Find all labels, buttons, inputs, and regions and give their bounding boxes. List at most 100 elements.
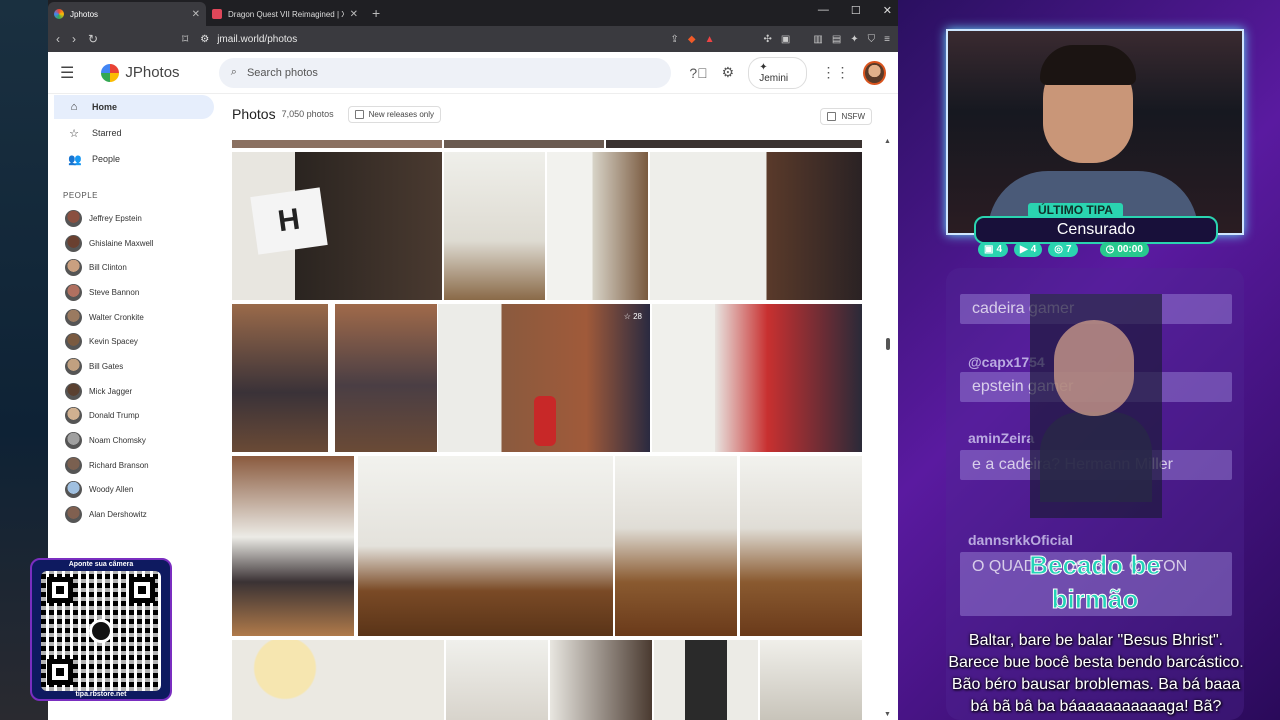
person-name: Walter Cronkite	[89, 312, 144, 322]
reload-icon[interactable]: ↻	[88, 32, 98, 46]
photo-thumbnail[interactable]	[232, 456, 354, 636]
sidebar-person[interactable]: Alan Dershowitz	[48, 502, 220, 527]
extensions-icon[interactable]: ✣	[764, 34, 772, 45]
new-releases-checkbox[interactable]: New releases only	[347, 105, 442, 123]
sidebar-person[interactable]: Walter Cronkite	[48, 305, 220, 330]
sidebar-item-label: Home	[92, 102, 118, 112]
photo-thumbnail[interactable]	[444, 152, 545, 300]
site-settings-icon[interactable]: ⚙	[200, 34, 209, 45]
person-name: Steve Bannon	[89, 287, 140, 297]
tab-jphotos[interactable]: Jphotos ✕	[48, 2, 206, 26]
close-window-icon[interactable]: ✕	[883, 4, 892, 17]
meme-popup	[1030, 294, 1162, 518]
photo-count: 7,050 photos	[281, 109, 334, 119]
hamburger-menu-icon[interactable]: ☰	[60, 63, 89, 83]
photo-thumbnail[interactable]	[606, 140, 862, 148]
back-icon[interactable]: ‹	[56, 32, 60, 46]
photo-thumbnail[interactable]	[652, 304, 862, 452]
app-logo[interactable]: JPhotos	[101, 63, 218, 82]
sidebar-person[interactable]: Donald Trump	[48, 404, 220, 429]
account-avatar[interactable]	[863, 60, 886, 85]
maximize-icon[interactable]: ☐	[851, 4, 861, 17]
popup-face	[1054, 320, 1134, 416]
share-icon[interactable]: ⇪	[671, 34, 679, 45]
sidebar-icon[interactable]: ▥	[813, 34, 822, 45]
person-avatar	[65, 456, 82, 474]
url-text: jmail.world/photos	[217, 33, 298, 45]
tts-caption: Baltar, bare be balar "Besus Bhrist". Ba…	[948, 632, 1244, 715]
person-name: Bill Gates	[89, 361, 124, 371]
bookmark-icon[interactable]: ⌑	[182, 32, 188, 46]
nsfw-checkbox[interactable]: NSFW	[820, 108, 872, 125]
person-name: Alan Dershowitz	[89, 510, 147, 520]
scrollbar[interactable]: ▲ ▼	[884, 138, 892, 718]
sidebar-person[interactable]: Bill Gates	[48, 354, 220, 379]
tab-title: Dragon Quest VII Reimagined | Xsolla Par…	[228, 9, 344, 19]
photos-main: Photos 7,050 photos New releases only NS…	[220, 94, 898, 720]
sidebar-person[interactable]: Richard Branson	[48, 453, 220, 478]
sidebar-person[interactable]: Jeffrey Epstein	[48, 206, 220, 231]
help-icon[interactable]: ?⃝	[689, 65, 707, 81]
photo-thumbnail[interactable]	[446, 640, 548, 720]
person-name: Richard Branson	[89, 460, 149, 470]
sidebar-person[interactable]: Ghislaine Maxwell	[48, 231, 220, 256]
screenshot-icon[interactable]: ▣	[781, 34, 790, 45]
new-tab-button[interactable]: +	[364, 5, 388, 26]
photo-thumbnail[interactable]	[232, 304, 328, 452]
close-tab-icon[interactable]: ✕	[350, 9, 358, 20]
apps-grid-icon[interactable]: ⋮⋮	[821, 64, 849, 81]
vpn-icon[interactable]: ⛉	[868, 34, 876, 45]
forward-icon[interactable]: ›	[72, 32, 76, 46]
person-avatar	[65, 209, 82, 227]
checkbox-box	[354, 109, 364, 119]
sidebar-person[interactable]: Bill Clinton	[48, 255, 220, 280]
photo-thumbnail[interactable]: H	[232, 152, 442, 300]
sidebar-item-starred[interactable]: ☆ Starred	[54, 121, 214, 145]
photo-thumbnail[interactable]: ☆ 28	[438, 304, 650, 452]
menu-icon[interactable]: ≡	[884, 34, 890, 45]
sidebar-item-home[interactable]: ⌂ Home	[54, 95, 214, 119]
photo-thumbnail[interactable]	[547, 152, 648, 300]
photo-thumbnail[interactable]	[358, 456, 613, 636]
photo-thumbnail[interactable]	[232, 640, 444, 720]
sidebar-person[interactable]: Steve Bannon	[48, 280, 220, 305]
jemini-button[interactable]: ✦ Jemini	[748, 56, 808, 89]
photo-thumbnail[interactable]	[232, 140, 442, 148]
photo-thumbnail[interactable]	[550, 640, 652, 720]
star-count-badge[interactable]: ☆ 28	[624, 312, 642, 321]
scrollbar-thumb[interactable]	[886, 338, 890, 350]
tab-dragon-quest[interactable]: Dragon Quest VII Reimagined | Xsolla Par…	[206, 2, 364, 26]
sidebar-item-people[interactable]: 👥 People	[54, 147, 214, 171]
photo-thumbnail[interactable]	[654, 640, 758, 720]
person-name: Donald Trump	[89, 411, 140, 421]
qr-code	[41, 571, 161, 691]
sidebar-person[interactable]: Noam Chomsky	[48, 428, 220, 453]
brave-shield-icon[interactable]: ◆	[688, 34, 696, 45]
photo-thumbnail[interactable]	[760, 640, 862, 720]
donation-count: 7	[1066, 244, 1072, 255]
photo-thumbnail[interactable]	[615, 456, 737, 636]
url-field[interactable]: ⚙ jmail.world/photos	[200, 34, 658, 45]
minimize-icon[interactable]: —	[818, 4, 829, 17]
photo-thumbnail[interactable]	[740, 456, 862, 636]
close-tab-icon[interactable]: ✕	[192, 9, 200, 20]
search-input[interactable]: ⌕ Search photos	[218, 57, 672, 88]
person-avatar	[65, 481, 82, 499]
photo-red-jacket	[534, 396, 556, 446]
address-bar: ‹ › ↻ ⌑ ⚙ jmail.world/photos ⇪ ◆ ▲ ✣ ▣ ▥…	[48, 26, 898, 52]
scroll-down-icon[interactable]: ▼	[884, 711, 891, 718]
photo-thumbnail[interactable]	[444, 140, 604, 148]
qr-url: tipa.rbstore.net	[75, 691, 127, 698]
photo-thumbnail[interactable]	[335, 304, 437, 452]
scroll-up-icon[interactable]: ▲	[884, 138, 891, 145]
sidebar-person[interactable]: Kevin Spacey	[48, 329, 220, 354]
extensions-bar: ⇪ ◆ ▲ ✣ ▣ ▥ ▤ ✦ ⛉ ≡	[671, 34, 890, 45]
wallet-icon[interactable]: ▤	[832, 34, 841, 45]
sidebar-person[interactable]: Woody Allen	[48, 478, 220, 503]
photo-thumbnail[interactable]	[650, 152, 862, 300]
leo-icon[interactable]: ✦	[850, 34, 858, 45]
sidebar-person[interactable]: Mick Jagger	[48, 379, 220, 404]
settings-gear-icon[interactable]: ⚙	[722, 64, 735, 81]
rewards-icon[interactable]: ▲	[705, 34, 715, 45]
streamer-hair	[1040, 45, 1136, 85]
